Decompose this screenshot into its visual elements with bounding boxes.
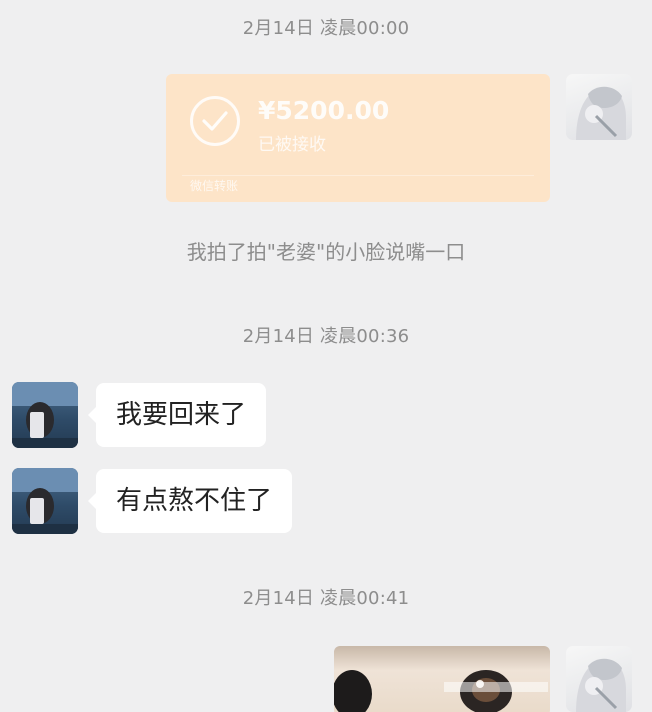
- avatar-self[interactable]: [566, 646, 632, 712]
- avatar-self-image: [576, 86, 626, 140]
- transfer-status: 已被接收: [258, 135, 326, 155]
- transfer-footer: 微信转账: [190, 179, 239, 193]
- timestamp: 2月14日 凌晨00:36: [242, 326, 410, 347]
- avatar-self[interactable]: [566, 74, 632, 140]
- timestamp: 2月14日 凌晨00:41: [242, 588, 410, 609]
- check-icon: [190, 96, 240, 146]
- message-bubble[interactable]: 有点熬不住了: [87, 469, 293, 533]
- message-bubble[interactable]: 我要回来了: [87, 383, 267, 447]
- avatar-other[interactable]: [12, 468, 78, 534]
- timestamp: 2月14日 凌晨00:00: [242, 18, 410, 39]
- transfer-divider: [182, 175, 534, 176]
- avatar-other[interactable]: [12, 382, 78, 448]
- image-message[interactable]: [334, 646, 550, 712]
- transfer-amount: ¥5200.00: [258, 96, 390, 125]
- avatar-other-image: [12, 382, 78, 448]
- pat-notice: 我拍了拍"老婆"的小脸说嘴一口: [186, 240, 466, 264]
- transfer-card[interactable]: ¥5200.00 已被接收 微信转账: [166, 74, 550, 202]
- avatar-other-image: [12, 468, 78, 534]
- image-message-content: [334, 670, 548, 712]
- chat-screen: 2月14日 凌晨00:00 ¥5200.00 已被接收 微信转账 我拍了拍"老婆…: [0, 0, 652, 712]
- avatar-self-image: [576, 658, 626, 712]
